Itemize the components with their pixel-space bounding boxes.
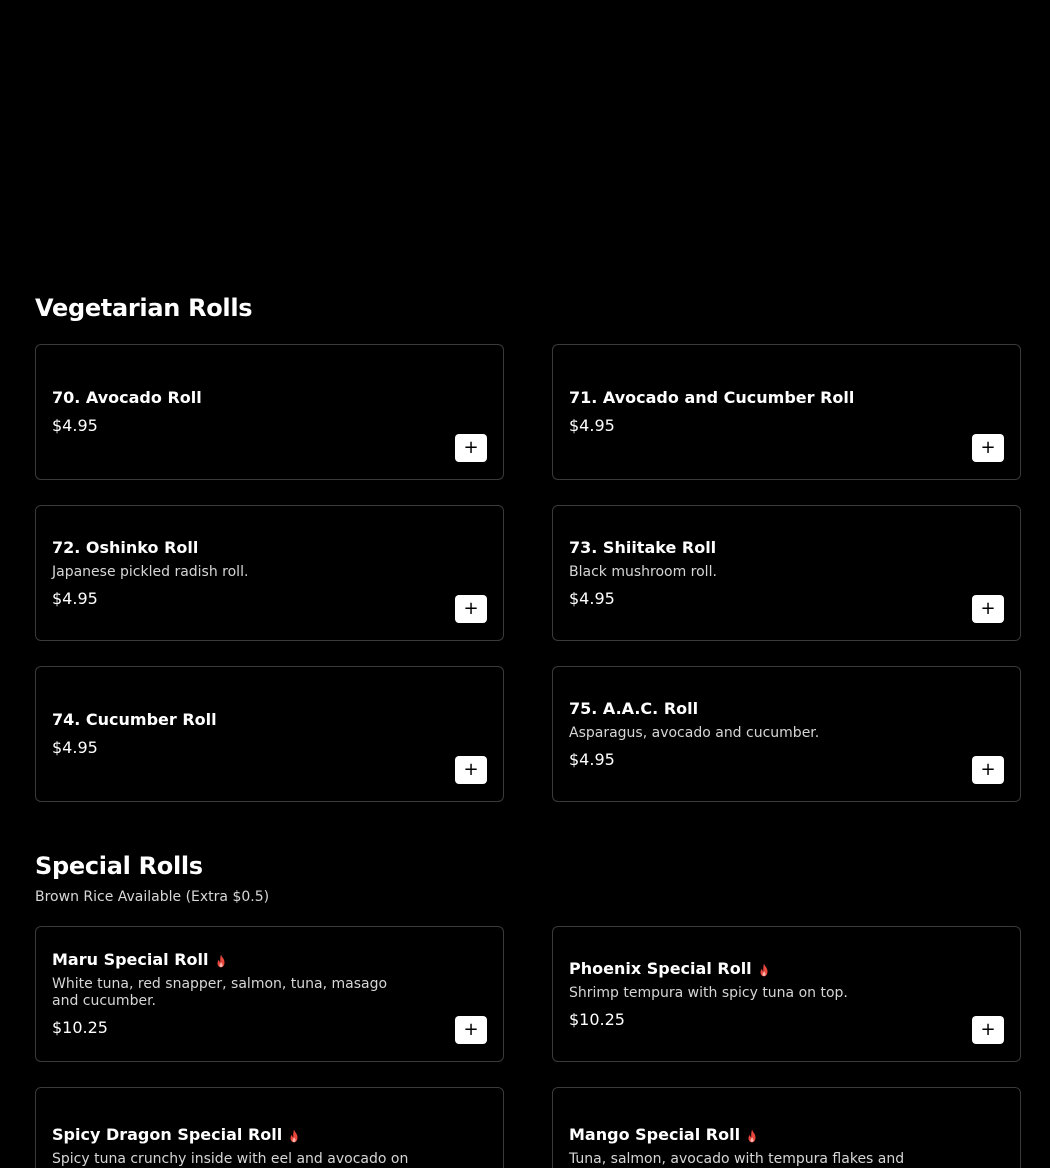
menu-page: Vegetarian Rolls 70. Avocado Roll $4.95 +71… [0,0,1050,1168]
menu-item-card[interactable]: 74. Cucumber Roll $4.95 + [35,666,504,802]
item-name-row: 71. Avocado and Cucumber Roll [569,388,1004,408]
item-name-row: Spicy Dragon Special Roll [52,1125,487,1145]
menu-section: Vegetarian Rolls 70. Avocado Roll $4.95 +71… [0,292,1050,802]
item-name: 72. Oshinko Roll [52,537,199,557]
item-name: 75. A.A.C. Roll [569,698,699,718]
item-name-row: 75. A.A.C. Roll [569,699,1004,719]
menu-item-card[interactable]: 70. Avocado Roll $4.95 + [35,344,504,480]
menu-section: Special Rolls Brown Rice Available (Extra… [0,850,1050,1168]
menu-item-card[interactable]: Phoenix Special Roll Shrimp tempura with … [552,926,1021,1062]
item-description: White tuna, red snapper, salmon, tuna, m… [52,976,388,1009]
flame-icon [288,1128,300,1143]
item-name: 74. Cucumber Roll [52,710,217,729]
item-name-row: Mango Special Roll [569,1125,1004,1145]
item-price: $4.95 [52,588,98,608]
item-name: 70. Avocado Roll [52,388,202,407]
item-name-row: Maru Special Roll [52,950,487,970]
menu-sections: Vegetarian Rolls 70. Avocado Roll $4.95 +71… [0,292,1050,1168]
item-price: $4.95 [569,749,615,769]
item-price: $4.95 [52,416,98,435]
item-price: $10.25 [569,1009,625,1029]
item-price: $4.95 [52,738,98,757]
section-title: Vegetarian Rolls [35,294,253,322]
add-to-cart-button[interactable]: + [455,595,487,623]
item-name: 73. Shiitake Roll [569,537,717,557]
menu-item-card[interactable]: 73. Shiitake Roll Black mushroom roll. $4.… [552,505,1021,641]
item-description: Shrimp tempura with spicy tuna on top. [569,984,848,1001]
top-blank-area [0,0,1050,280]
item-name-row: 74. Cucumber Roll [52,710,487,730]
item-price: $4.95 [569,416,615,435]
section-subtitle: Brown Rice Available (Extra $0.5) [35,889,270,905]
item-description: Spicy tuna crunchy inside with eel and a… [52,1151,409,1167]
menu-item-card[interactable]: 72. Oshinko Roll Japanese pickled radish … [35,505,504,641]
add-to-cart-button[interactable]: + [972,1016,1004,1044]
item-price: $10.25 [52,1018,108,1037]
item-description: Tuna, salmon, avocado with tempura flake… [569,1151,905,1167]
item-description: Black mushroom roll. [569,563,717,580]
item-name: Mango Special Roll [569,1125,741,1144]
item-name: Maru Special Roll [52,950,209,969]
menu-item-card[interactable]: 71. Avocado and Cucumber Roll $4.95 + [552,344,1021,480]
item-price: $4.95 [569,588,615,608]
add-to-cart-button[interactable]: + [455,434,487,462]
item-grid: 70. Avocado Roll $4.95 +71. Avocado and Cu… [35,344,1021,802]
item-name: 71. Avocado and Cucumber Roll [569,388,855,407]
add-to-cart-button[interactable]: + [972,595,1004,623]
section-title: Special Rolls [35,852,203,880]
flame-icon [746,1128,758,1143]
flame-icon [215,953,227,968]
item-description: Asparagus, avocado and cucumber. [569,724,820,741]
item-name: Phoenix Special Roll [569,958,752,978]
menu-item-card[interactable]: Maru Special Roll White tuna, red snapper… [35,926,504,1062]
menu-item-card[interactable]: Spicy Dragon Special Roll Spicy tuna crun… [35,1087,504,1168]
add-to-cart-button[interactable]: + [972,756,1004,784]
item-name: Spicy Dragon Special Roll [52,1125,283,1144]
item-name-row: 70. Avocado Roll [52,388,487,408]
item-name-row: 73. Shiitake Roll [569,538,1004,558]
add-to-cart-button[interactable]: + [455,1016,487,1044]
item-grid: Maru Special Roll White tuna, red snapper… [35,926,1021,1168]
add-to-cart-button[interactable]: + [972,434,1004,462]
item-name-row: 72. Oshinko Roll [52,538,487,558]
add-to-cart-button[interactable]: + [455,756,487,784]
menu-item-card[interactable]: 75. A.A.C. Roll Asparagus, avocado and cu… [552,666,1021,802]
item-name-row: Phoenix Special Roll [569,959,1004,979]
flame-icon [758,962,770,976]
item-description: Japanese pickled radish roll. [52,563,249,580]
menu-item-card[interactable]: Mango Special Roll Tuna, salmon, avocado … [552,1087,1021,1168]
